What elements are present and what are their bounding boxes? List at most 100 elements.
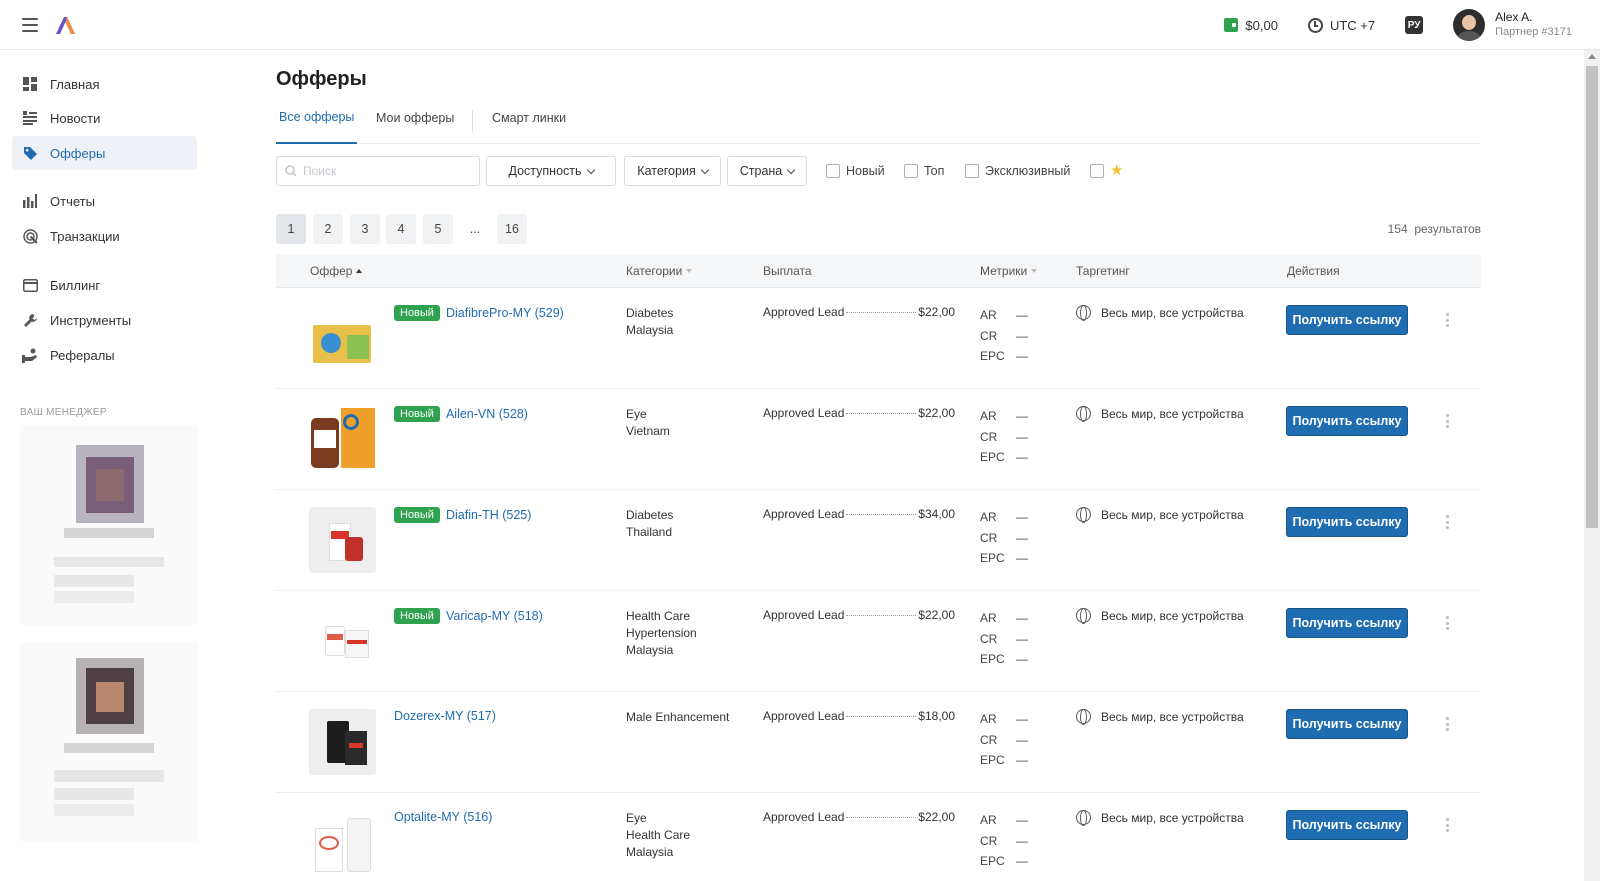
- offer-thumbnail[interactable]: [309, 810, 376, 876]
- more-options-icon[interactable]: [1444, 313, 1450, 327]
- page-button[interactable]: 2: [313, 214, 343, 244]
- language-switcher[interactable]: РУ: [1405, 16, 1424, 34]
- more-options-icon[interactable]: [1444, 717, 1450, 731]
- get-link-button[interactable]: Получить ссылку: [1286, 709, 1408, 739]
- filter-top-checkbox[interactable]: Топ: [904, 164, 944, 178]
- offer-thumbnail[interactable]: [309, 507, 376, 573]
- offer-thumbnail[interactable]: [309, 608, 376, 674]
- tab-all-offers[interactable]: Все офферы: [276, 110, 358, 144]
- offer-link[interactable]: Varicap-MY (518): [446, 609, 543, 623]
- metric-row: CR —: [980, 629, 1028, 650]
- page-button[interactable]: 5: [423, 214, 453, 244]
- sidebar-item-news[interactable]: Новости: [12, 101, 197, 135]
- search-box[interactable]: [276, 156, 480, 186]
- metric-value: —: [1016, 308, 1028, 322]
- get-link-button[interactable]: Получить ссылку: [1286, 305, 1408, 335]
- filter-new-checkbox[interactable]: Новый: [826, 164, 885, 178]
- metric-key: AR: [980, 611, 997, 625]
- sidebar-item-billing[interactable]: Биллинг: [12, 268, 197, 302]
- offer-link[interactable]: Diafin-TH (525): [446, 508, 531, 522]
- category-item: Diabetes: [626, 508, 674, 522]
- sidebar-item-tools[interactable]: Инструменты: [12, 303, 197, 337]
- page-button[interactable]: 16: [497, 214, 527, 244]
- page-button[interactable]: 1: [276, 214, 306, 244]
- sidebar-item-reports[interactable]: Отчеты: [12, 184, 197, 218]
- table-row: Optalite-MY (516) Eye Health Care Malaysia A…: [276, 793, 1481, 881]
- offer-name: Optalite-MY (516): [394, 810, 492, 824]
- metric-row: AR —: [980, 305, 1028, 326]
- metric-row: AR —: [980, 406, 1028, 427]
- tab-my-offers[interactable]: Мои офферы: [376, 110, 454, 144]
- metric-value: —: [1016, 409, 1028, 423]
- get-link-button[interactable]: Получить ссылку: [1286, 608, 1408, 638]
- country-dropdown[interactable]: Страна: [727, 156, 807, 186]
- offer-targeting: Весь мир, все устройства: [1076, 608, 1244, 624]
- sidebar-item-label: Биллинг: [50, 277, 101, 293]
- filter-exclusive-checkbox[interactable]: Эксклюзивный: [965, 164, 1070, 178]
- balance[interactable]: $0,00: [1224, 18, 1278, 33]
- metric-row: AR —: [980, 507, 1028, 528]
- offer-link[interactable]: DiafibrePro-MY (529): [446, 306, 564, 320]
- sidebar-item-referrals[interactable]: Рефералы: [12, 338, 197, 372]
- user-partner-id: Партнер #3171: [1495, 26, 1572, 38]
- more-options-icon[interactable]: [1444, 616, 1450, 630]
- get-link-button[interactable]: Получить ссылку: [1286, 406, 1408, 436]
- menu-icon[interactable]: [22, 18, 38, 32]
- sidebar-item-label: Транзакции: [50, 228, 120, 244]
- metric-value: —: [1016, 510, 1028, 524]
- timezone-value: UTC +7: [1329, 17, 1376, 33]
- offer-categories: Diabetes Thailand: [626, 507, 673, 541]
- page-title: Офферы: [276, 68, 367, 90]
- offer-metrics: AR — CR — EPC —: [980, 305, 1028, 367]
- metric-key: AR: [980, 308, 997, 322]
- more-options-icon[interactable]: [1444, 414, 1450, 428]
- offer-thumbnail[interactable]: [309, 709, 376, 775]
- page-button[interactable]: 4: [386, 214, 416, 244]
- sidebar-item-offers[interactable]: Офферы: [12, 136, 197, 170]
- payout-type: Approved Lead: [763, 810, 845, 824]
- checkbox[interactable]: [904, 164, 918, 178]
- column-categories[interactable]: Категории: [626, 264, 693, 278]
- targeting-text: Весь мир, все устройства: [1101, 709, 1244, 724]
- column-metrics[interactable]: Метрики: [980, 264, 1038, 278]
- more-options-icon[interactable]: [1444, 515, 1450, 529]
- lang-badge: РУ: [1405, 16, 1424, 34]
- filter-favorite-checkbox[interactable]: ★: [1090, 163, 1123, 178]
- top-header: $0,00 UTC +7 РУ Alex A. Партнер #3171: [0, 0, 1600, 50]
- offer-link[interactable]: Optalite-MY (516): [394, 810, 492, 824]
- tab-smart-links[interactable]: Смарт линки: [492, 110, 566, 144]
- timezone[interactable]: UTC +7: [1307, 17, 1376, 33]
- get-link-button[interactable]: Получить ссылку: [1286, 507, 1408, 537]
- checkbox[interactable]: [826, 164, 840, 178]
- offer-thumbnail[interactable]: [309, 406, 376, 472]
- offer-payout: Approved Lead $18,00: [763, 709, 955, 723]
- offer-link[interactable]: Dozerex-MY (517): [394, 709, 496, 723]
- scrollbar[interactable]: [1584, 50, 1600, 881]
- more-options-icon[interactable]: [1444, 818, 1450, 832]
- checkbox[interactable]: [1090, 164, 1104, 178]
- globe-icon: [1076, 810, 1091, 826]
- page-button[interactable]: 3: [350, 214, 380, 244]
- payout-value: $22,00: [918, 608, 955, 622]
- scroll-thumb[interactable]: [1586, 66, 1598, 528]
- sidebar-item-home[interactable]: Главная: [12, 67, 197, 101]
- offer-thumbnail[interactable]: [309, 305, 376, 371]
- logo[interactable]: [54, 14, 78, 36]
- search-icon: [285, 165, 297, 177]
- availability-dropdown[interactable]: Доступность: [486, 156, 616, 186]
- search-input[interactable]: [303, 164, 473, 178]
- checkbox[interactable]: [965, 164, 979, 178]
- scroll-up-icon[interactable]: [1588, 54, 1596, 59]
- sidebar-item-label: Отчеты: [50, 193, 95, 209]
- table-row: Dozerex-MY (517) Male Enhancement Approved…: [276, 692, 1481, 793]
- column-offer[interactable]: Оффер: [310, 264, 363, 278]
- sidebar-item-transactions[interactable]: Транзакции: [12, 219, 197, 253]
- get-link-button[interactable]: Получить ссылку: [1286, 810, 1408, 840]
- category-dropdown[interactable]: Категория: [624, 156, 721, 186]
- targeting-text: Весь мир, все устройства: [1101, 406, 1244, 421]
- category-item: Health Care: [626, 609, 691, 623]
- user-menu[interactable]: Alex A. Партнер #3171: [1453, 9, 1572, 41]
- new-badge: Новый: [394, 507, 440, 523]
- category-item: Malaysia: [626, 845, 674, 859]
- offer-link[interactable]: Ailen-VN (528): [446, 407, 528, 421]
